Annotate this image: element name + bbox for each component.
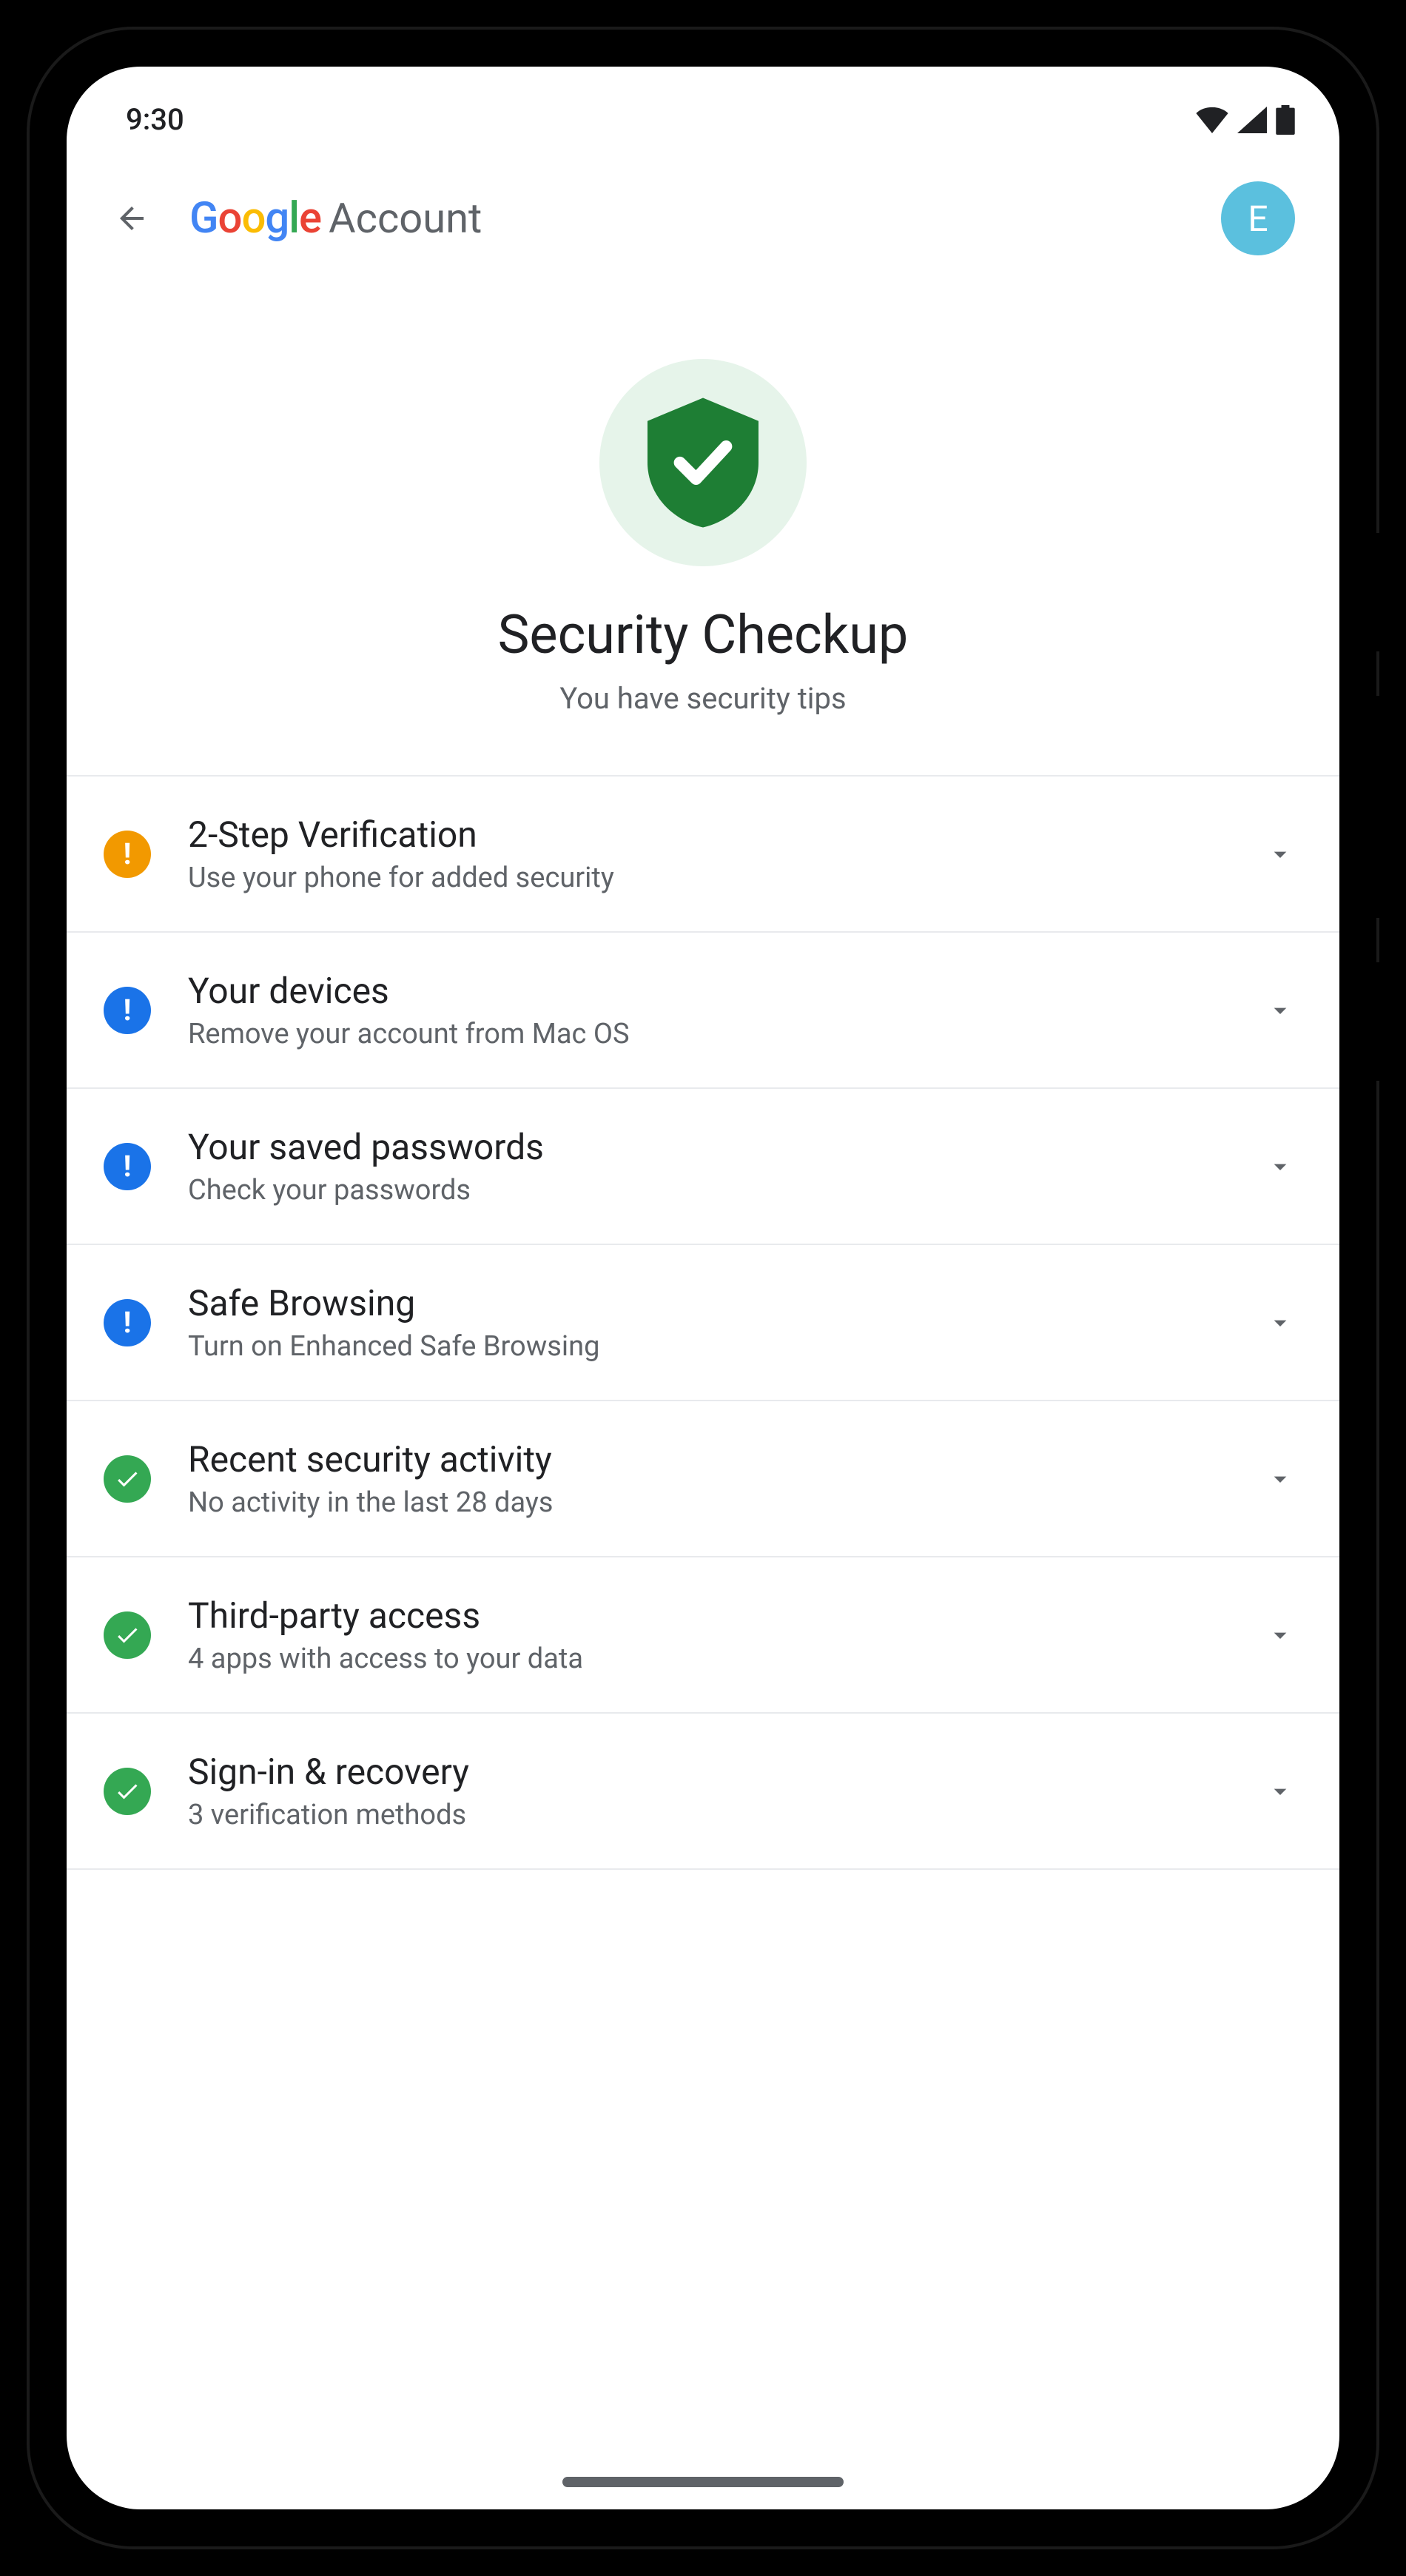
wifi-icon: [1196, 107, 1228, 133]
row-text: 2-Step Verification Use your phone for a…: [188, 814, 1228, 894]
chevron-down-icon: [1265, 996, 1295, 1025]
row-subtitle: No activity in the last 28 days: [188, 1486, 1228, 1519]
side-button: [1373, 696, 1382, 918]
row-text: Third-party access 4 apps with access to…: [188, 1594, 1228, 1675]
chevron-down-icon: [1265, 1152, 1295, 1181]
check-icon: [104, 1611, 151, 1659]
row-title: Safe Browsing: [188, 1282, 1228, 1324]
page-title: Security Checkup: [498, 603, 909, 666]
chevron-down-icon: [1265, 1464, 1295, 1494]
row-title: Sign-in & recovery: [188, 1751, 1228, 1793]
row-your-devices[interactable]: ! Your devices Remove your account from …: [67, 933, 1339, 1089]
row-title: Third-party access: [188, 1594, 1228, 1637]
row-text: Your devices Remove your account from Ma…: [188, 970, 1228, 1050]
row-subtitle: Check your passwords: [188, 1174, 1228, 1207]
row-title: Your devices: [188, 970, 1228, 1012]
warning-icon: !: [104, 831, 151, 878]
row-subtitle: Use your phone for added security: [188, 862, 1228, 894]
battery-icon: [1276, 105, 1295, 135]
chevron-down-icon: [1265, 1308, 1295, 1338]
google-logo: Google: [189, 193, 321, 244]
app-bar: Google Account E: [67, 152, 1339, 285]
row-2-step-verification[interactable]: ! 2-Step Verification Use your phone for…: [67, 777, 1339, 933]
chevron-down-icon: [1265, 1777, 1295, 1806]
checkup-list: ! 2-Step Verification Use your phone for…: [67, 775, 1339, 1870]
arrow-left-icon: [114, 201, 149, 236]
gesture-bar[interactable]: [562, 2477, 844, 2487]
row-text: Safe Browsing Turn on Enhanced Safe Brow…: [188, 1282, 1228, 1363]
page-subtitle: You have security tips: [559, 681, 846, 716]
app-title: Google Account: [189, 193, 1184, 244]
side-button: [1373, 962, 1382, 1081]
row-third-party-access[interactable]: Third-party access 4 apps with access to…: [67, 1557, 1339, 1714]
status-bar: 9:30: [67, 67, 1339, 152]
row-sign-in-recovery[interactable]: Sign-in & recovery 3 verification method…: [67, 1714, 1339, 1870]
info-icon: !: [104, 987, 151, 1034]
back-button[interactable]: [111, 198, 152, 239]
side-button: [1373, 533, 1382, 651]
row-title: 2-Step Verification: [188, 814, 1228, 856]
info-icon: !: [104, 1143, 151, 1190]
shield-circle: [599, 359, 807, 566]
check-icon: [104, 1768, 151, 1815]
row-text: Recent security activity No activity in …: [188, 1438, 1228, 1519]
signal-icon: [1237, 107, 1267, 133]
row-text: Sign-in & recovery 3 verification method…: [188, 1751, 1228, 1831]
status-icons: [1196, 105, 1295, 135]
row-subtitle: 3 verification methods: [188, 1799, 1228, 1831]
info-icon: !: [104, 1299, 151, 1346]
row-title: Your saved passwords: [188, 1126, 1228, 1168]
check-icon: [104, 1455, 151, 1503]
row-safe-browsing[interactable]: ! Safe Browsing Turn on Enhanced Safe Br…: [67, 1245, 1339, 1401]
clock: 9:30: [126, 102, 184, 137]
avatar[interactable]: E: [1221, 181, 1295, 255]
chevron-down-icon: [1265, 839, 1295, 869]
row-text: Your saved passwords Check your password…: [188, 1126, 1228, 1207]
row-subtitle: 4 apps with access to your data: [188, 1643, 1228, 1675]
screen: 9:30 Google Account E: [67, 67, 1339, 2509]
account-label: Account: [329, 194, 482, 243]
shield-check-icon: [648, 396, 758, 529]
row-recent-activity[interactable]: Recent security activity No activity in …: [67, 1401, 1339, 1557]
row-title: Recent security activity: [188, 1438, 1228, 1480]
avatar-initial: E: [1248, 198, 1268, 240]
phone-frame: 9:30 Google Account E: [30, 30, 1376, 2546]
row-saved-passwords[interactable]: ! Your saved passwords Check your passwo…: [67, 1089, 1339, 1245]
hero: Security Checkup You have security tips: [67, 285, 1339, 775]
row-subtitle: Turn on Enhanced Safe Browsing: [188, 1330, 1228, 1363]
chevron-down-icon: [1265, 1620, 1295, 1650]
row-subtitle: Remove your account from Mac OS: [188, 1018, 1228, 1050]
